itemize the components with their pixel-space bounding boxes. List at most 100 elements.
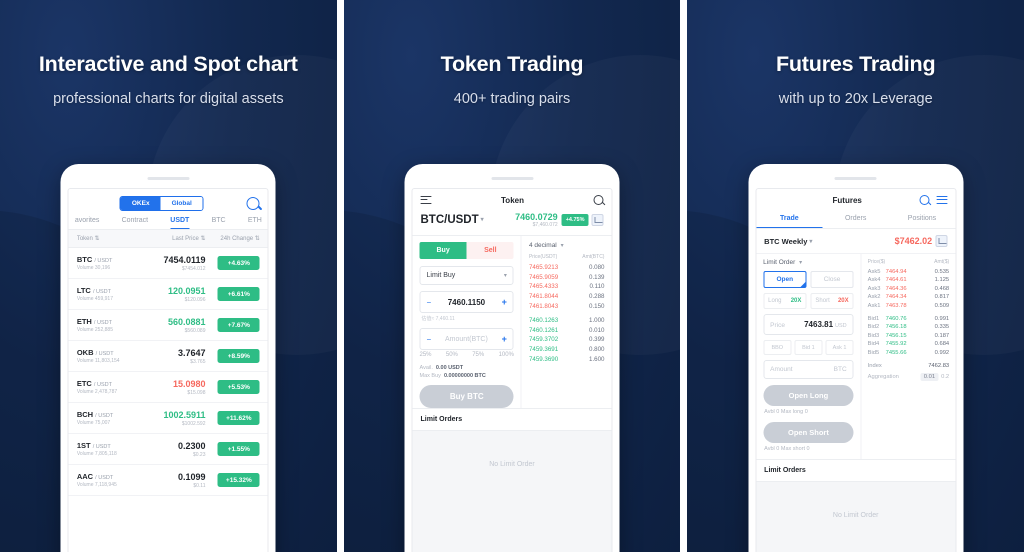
leverage-row[interactable]: Long 20X Short 20X (763, 293, 854, 310)
list-item[interactable]: 7465.4333 0.110 (529, 283, 605, 290)
phone-screen: OKEx Global avorites Contract USDT BTC E… (67, 188, 269, 552)
price-stepper[interactable]: − 7460.1150 + (419, 291, 514, 313)
aggregation-value[interactable]: 0.01 (920, 372, 939, 381)
tab-btc[interactable]: BTC (212, 217, 226, 229)
list-item[interactable]: 7460.1261 0.010 (529, 327, 605, 334)
open-close-toggle[interactable]: Open Close (763, 271, 854, 289)
list-item[interactable]: 7459.3702 0.399 (529, 336, 605, 343)
segment-okex[interactable]: OKEx (120, 197, 161, 210)
decrement-button[interactable]: − (427, 335, 432, 344)
table-row[interactable]: OKB / USDT Volume 11,803,154 3.7647 $3.765… (68, 341, 268, 372)
chip-bid-1[interactable]: Bid 1 (794, 340, 823, 356)
chip-ask-1[interactable]: Ask 1 (825, 340, 854, 356)
sell-button[interactable]: Sell (466, 242, 514, 259)
list-item[interactable]: 7465.9213 0.080 (529, 264, 605, 271)
list-item[interactable]: Bid1 7460.76 0.991 (868, 316, 950, 322)
list-item[interactable]: Bid3 7456.15 0.187 (868, 333, 950, 339)
short-leverage-selector[interactable]: Short 20X (810, 293, 854, 310)
search-icon[interactable] (593, 195, 604, 205)
market-tabs[interactable]: avorites Contract USDT BTC ETH (69, 215, 268, 229)
open-long-button[interactable]: Open Long (763, 385, 854, 407)
close-button[interactable]: Close (810, 271, 854, 289)
buy-btc-button[interactable]: Buy BTC (419, 385, 514, 408)
increment-button[interactable]: + (502, 334, 507, 344)
tab-usdt[interactable]: USDT (170, 217, 190, 229)
contract-selector[interactable]: BTC Weekly ▾ (764, 237, 812, 246)
list-icon[interactable] (420, 195, 432, 205)
chart-icon[interactable] (935, 235, 948, 247)
list-item[interactable]: 7465.9059 0.139 (529, 274, 605, 281)
tab-eth[interactable]: ETH (248, 217, 262, 229)
buy-button[interactable]: Buy (419, 242, 467, 259)
tab-favorites[interactable]: avorites (75, 217, 100, 229)
menu-icon[interactable] (936, 195, 948, 205)
list-item[interactable]: Ask2 7464.34 0.817 (868, 294, 950, 300)
open-short-button[interactable]: Open Short (763, 422, 854, 444)
table-row[interactable]: BCH / USDT Volume 75,007 1002.5911 $1002.5… (68, 403, 268, 434)
column-header-token[interactable]: Token ⇅ (77, 235, 148, 242)
percent-shortcuts[interactable]: 25% 50% 75% 100% (420, 352, 514, 358)
row-volume: Volume 7,118,945 (76, 482, 117, 489)
list-item[interactable]: Bid5 7455.66 0.992 (868, 350, 950, 356)
column-header-change[interactable]: 24h Change ⇅ (206, 235, 259, 242)
segment-global[interactable]: Global (160, 197, 203, 210)
list-item[interactable]: 7461.8044 0.288 (529, 293, 605, 300)
chart-icon[interactable] (591, 214, 604, 226)
list-item[interactable]: Ask1 7463.78 0.509 (868, 303, 950, 309)
phone-mockup-token-trading: Token BTC/USDT ▾ 7460.0729 $7,460.072 +4.… (404, 164, 620, 552)
price-shortcuts[interactable]: BBO Bid 1 Ask 1 (763, 340, 854, 356)
list-item[interactable]: Ask5 7464.94 0.535 (868, 269, 950, 275)
search-icon[interactable] (246, 197, 260, 210)
pair-selector[interactable]: BTC/USDT ▾ (421, 214, 484, 226)
list-item[interactable]: 7460.1263 1.000 (529, 317, 605, 324)
decimal-select[interactable]: 4 decimal ▾ (529, 242, 605, 249)
list-item[interactable]: 7459.3691 0.800 (529, 346, 605, 353)
table-row[interactable]: AAC / USDT Volume 7,118,945 0.1099 $0.11 +… (68, 465, 268, 496)
increment-button[interactable]: + (502, 297, 507, 307)
percent-100[interactable]: 100% (499, 352, 514, 358)
tab-positions[interactable]: Positions (889, 210, 955, 228)
order-type-select[interactable]: Limit Order ▾ (763, 259, 853, 266)
screenshot-root: Interactive and Spot chart professional … (0, 0, 1024, 552)
amount-input[interactable]: Amount (770, 366, 792, 373)
percent-75[interactable]: 75% (472, 352, 484, 358)
market-rows: BTC / USDT Volume 30,196 7454.0119 $7454.0… (68, 248, 268, 496)
price-input[interactable]: 7460.1150 (448, 298, 485, 307)
row-price: 560.0881 (167, 316, 206, 327)
amount-stepper[interactable]: − Amount(BTC) + (419, 328, 514, 350)
tab-trade[interactable]: Trade (756, 210, 823, 228)
open-button[interactable]: Open (763, 271, 807, 289)
tab-orders[interactable]: Orders (823, 210, 889, 228)
amount-input[interactable]: Amount(BTC) (445, 336, 488, 343)
long-leverage-selector[interactable]: Long 20X (763, 293, 807, 310)
price-hint: 估值≈ 7,460.11 (421, 316, 455, 322)
aggregation-row[interactable]: Aggregation 0.01 0.2 (868, 372, 949, 381)
table-row[interactable]: ETH / USDT Volume 252,885 560.0881 $560.08… (68, 310, 268, 341)
decrement-button[interactable]: − (427, 298, 432, 307)
list-item[interactable]: Bid4 7455.92 0.684 (868, 341, 950, 347)
list-item[interactable]: Bid2 7456.18 0.335 (868, 324, 950, 330)
table-row[interactable]: 1ST / USDT Volume 7,805,118 0.2300 $0.23 +… (68, 434, 268, 465)
search-icon[interactable] (919, 195, 930, 205)
table-row[interactable]: BTC / USDT Volume 30,196 7454.0119 $7454.0… (68, 248, 268, 279)
futures-tabs[interactable]: Trade Orders Positions (756, 210, 956, 229)
tab-contract[interactable]: Contract (122, 217, 148, 229)
buy-sell-toggle[interactable]: Buy Sell (419, 242, 514, 259)
table-row[interactable]: ETC / USDT Volume 2,478,787 15.0980 $15.09… (68, 372, 268, 403)
table-row[interactable]: LTC / USDT Volume 459,917 120.0951 $120.09… (68, 279, 268, 310)
list-item[interactable]: Ask3 7464.36 0.468 (868, 286, 950, 292)
column-header-price[interactable]: Last Price ⇅ (148, 235, 205, 242)
exchange-segmented-control[interactable]: OKEx Global (119, 196, 204, 211)
ask-amount: 0.509 (934, 302, 950, 309)
list-item[interactable]: 7461.8043 0.150 (529, 303, 605, 310)
chip-bbo[interactable]: BBO (763, 340, 792, 356)
price-input[interactable]: 7463.81 (804, 320, 833, 329)
percent-50[interactable]: 50% (446, 352, 458, 358)
amount-unit: BTC (833, 366, 847, 374)
order-type-select[interactable]: Limit Buy ▾ (419, 266, 514, 285)
price-field[interactable]: Price 7463.81 USD (763, 314, 854, 336)
percent-25[interactable]: 25% (420, 352, 432, 358)
list-item[interactable]: 7459.3690 1.600 (529, 356, 605, 363)
list-item[interactable]: Ask4 7464.61 1.125 (868, 277, 950, 283)
amount-field[interactable]: Amount BTC (763, 360, 854, 380)
